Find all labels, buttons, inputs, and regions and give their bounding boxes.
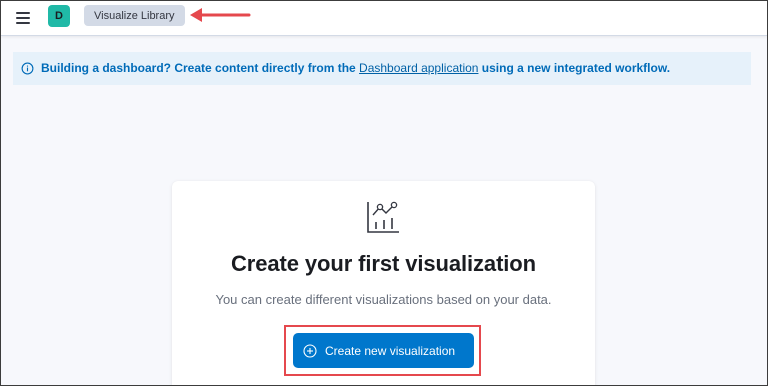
breadcrumb-visualize-library[interactable]: Visualize Library [84,5,185,26]
empty-state-title: Create your first visualization [231,251,536,276]
callout-message: Building a dashboard? Create content dir… [41,61,670,75]
app-frame: D Visualize Library Building a dashboard… [0,0,768,386]
create-new-visualization-button[interactable]: Create new visualization [293,333,474,368]
callout-text-after: using a new integrated workflow. [478,61,671,75]
visualization-icon [367,201,399,233]
dashboard-application-link[interactable]: Dashboard application [359,61,478,75]
menu-icon[interactable] [12,8,34,28]
callout-text-before: Building a dashboard? Create content dir… [41,61,360,75]
info-icon [21,62,34,75]
top-header: D Visualize Library [1,1,767,36]
space-avatar[interactable]: D [48,5,70,27]
dashboard-info-callout: Building a dashboard? Create content dir… [13,52,751,85]
empty-state-description: You can create different visualizations … [215,292,552,307]
create-button-label: Create new visualization [325,343,456,358]
red-arrow-annotation [190,8,251,22]
plus-circle-icon [303,343,317,358]
empty-state-panel: Create your first visualization You can … [172,181,595,385]
